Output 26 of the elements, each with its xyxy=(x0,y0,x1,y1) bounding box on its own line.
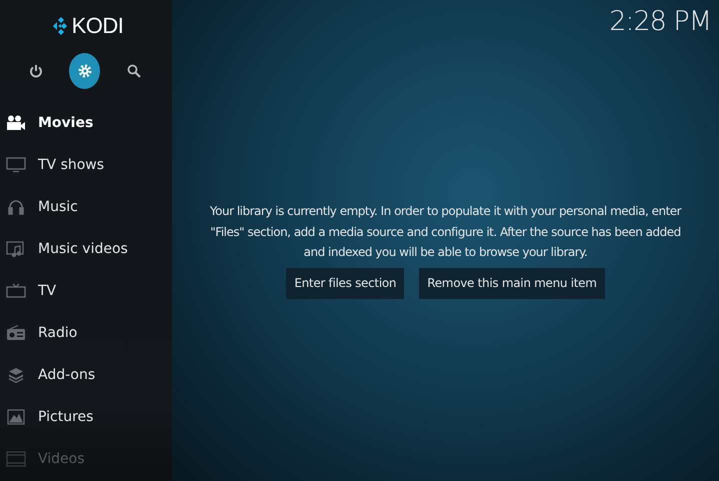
clock: 2:28 PM xyxy=(609,5,712,37)
headphones-icon xyxy=(6,199,26,215)
camera-icon xyxy=(6,115,26,131)
radio-icon xyxy=(6,325,26,341)
menu-item[interactable]: Movies xyxy=(0,102,172,144)
menu-item[interactable]: Radio xyxy=(0,312,172,354)
music-note-icon xyxy=(6,241,26,257)
monitor-icon xyxy=(6,157,26,173)
menu-item[interactable]: Music videos xyxy=(0,228,172,270)
power-icon xyxy=(28,63,44,79)
empty-library-message: Your library is currently empty. In order to populate it with your personal media, enter "Files" section, add a media source and configure it. After the source has been added and indexed you will be able to browse your library. xyxy=(208,203,682,261)
logo-text: KODI xyxy=(72,13,124,39)
menu-item[interactable]: TV xyxy=(0,270,172,312)
image-icon xyxy=(6,409,26,425)
menu-item[interactable]: TV shows xyxy=(0,144,172,186)
enter-files-button[interactable]: Enter files section xyxy=(286,268,404,298)
film-icon xyxy=(6,451,26,467)
search-icon xyxy=(126,63,142,79)
remove-menu-item-button[interactable]: Remove this main menu item xyxy=(419,268,605,298)
menu-item[interactable]: Music xyxy=(0,186,172,228)
menu-item[interactable]: Pictures xyxy=(0,396,172,438)
settings-button[interactable] xyxy=(69,53,100,89)
monitor-icon xyxy=(6,283,26,299)
menu-item[interactable]: Add-ons xyxy=(0,354,172,396)
gear-icon xyxy=(76,63,93,79)
box-icon xyxy=(6,367,26,383)
